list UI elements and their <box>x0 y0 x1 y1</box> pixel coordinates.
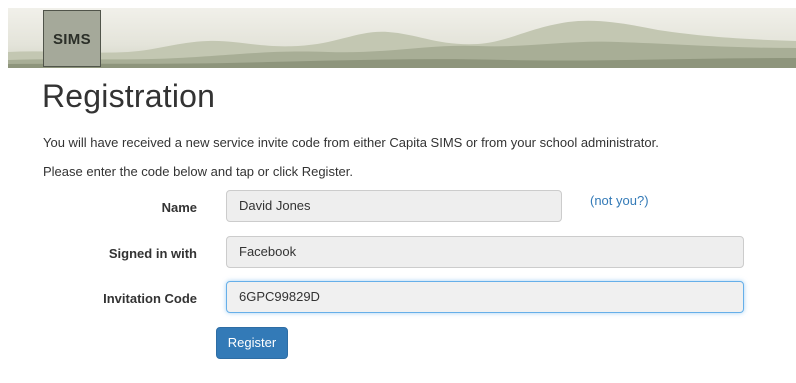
invitation-code-input[interactable]: 6GPC99829D <box>226 281 744 313</box>
not-you-link[interactable]: (not you?) <box>590 193 649 208</box>
signed-in-field[interactable]: Facebook <box>226 236 744 268</box>
sims-logo: SIMS <box>43 10 101 67</box>
logo-text: SIMS <box>53 31 91 48</box>
header-banner <box>8 8 796 68</box>
mountains-illustration <box>8 20 796 68</box>
register-button[interactable]: Register <box>216 327 288 359</box>
intro-text: You will have received a new service inv… <box>43 135 659 150</box>
instruction-text: Please enter the code below and tap or c… <box>43 164 354 179</box>
name-label: Name <box>161 200 197 215</box>
invitation-code-label: Invitation Code <box>103 291 197 306</box>
page-title: Registration <box>42 78 216 114</box>
signed-in-label: Signed in with <box>108 246 197 261</box>
name-field[interactable]: David Jones <box>226 190 562 222</box>
